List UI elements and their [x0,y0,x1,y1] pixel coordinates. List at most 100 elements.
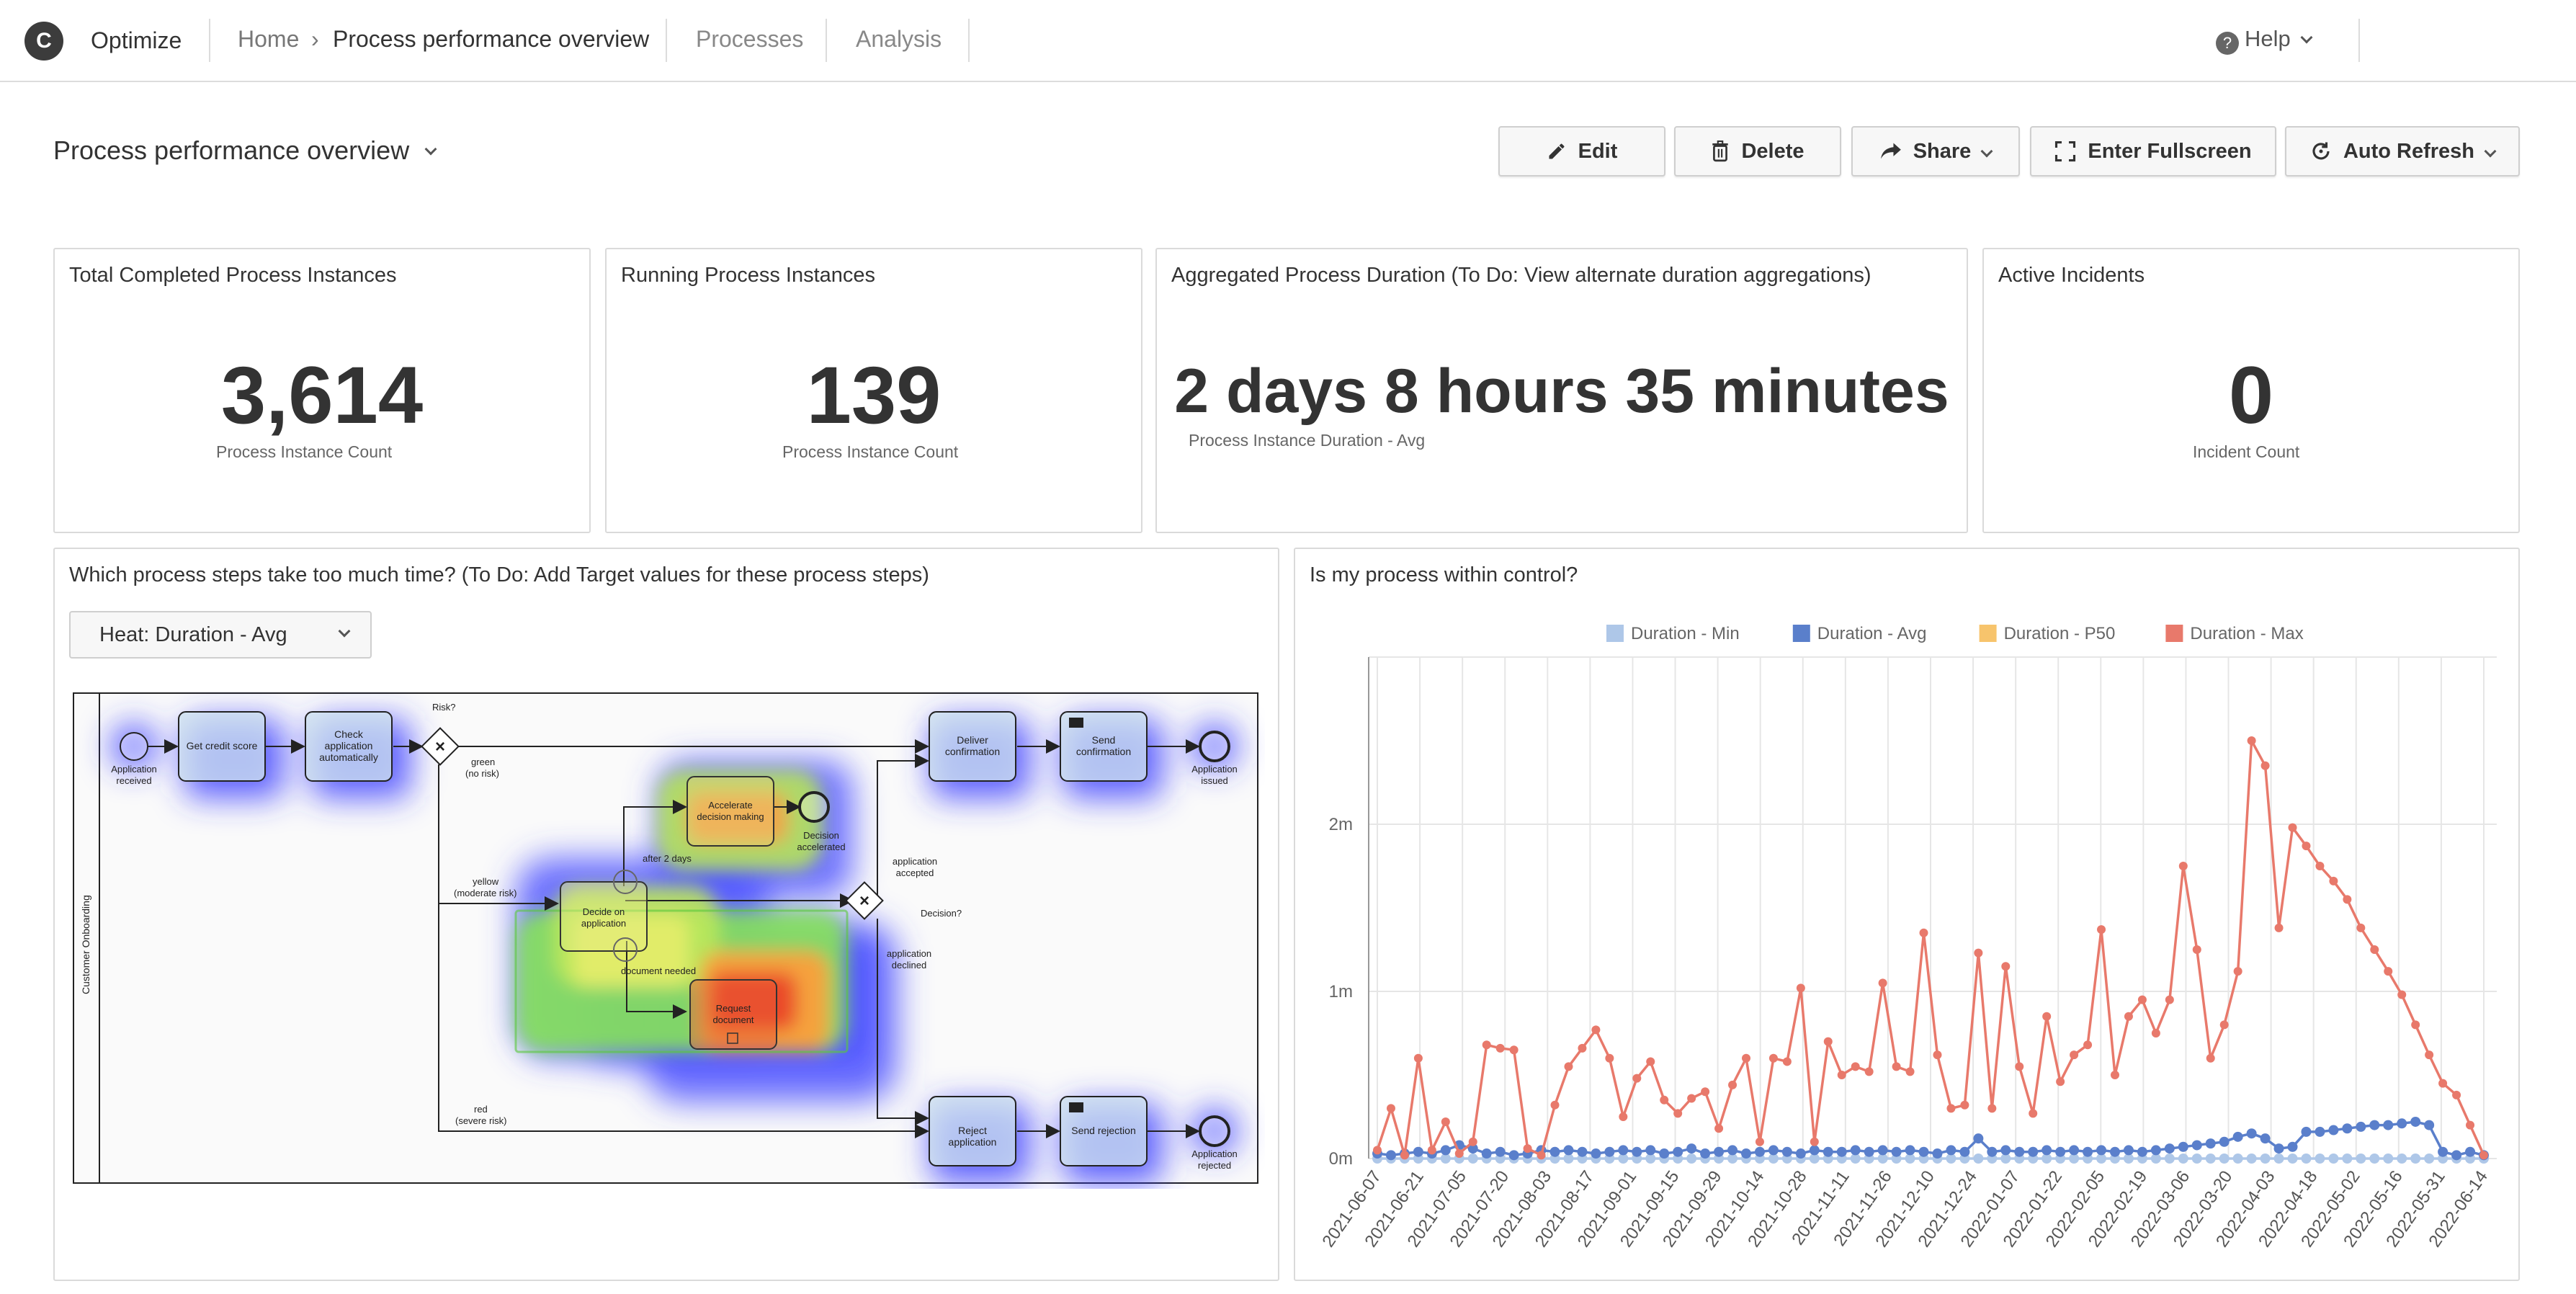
edit-button[interactable]: Edit [1498,126,1665,177]
duration-min-point [2273,1154,2284,1164]
auto-refresh-label: Auto Refresh [2343,139,2475,163]
duration-avg-point [2232,1131,2243,1142]
duration-avg-point [1591,1148,1601,1159]
duration-avg-point [1754,1146,1765,1157]
legend-label: Duration - Avg [1817,624,1927,643]
duration-max-point [2274,923,2284,932]
duration-max-point [1468,1137,1477,1146]
card-title: Running Process Instances [621,264,876,287]
end-event-rejected[interactable] [1199,1115,1230,1147]
duration-max-point [2056,1077,2065,1086]
top-navigation-bar: C Optimize Home › Process performance ov… [0,0,2576,82]
duration-avg-point [2465,1146,2476,1157]
duration-min-point [2328,1154,2339,1164]
duration-avg-point [1549,1146,1560,1157]
y-tick-label: 0m [1329,1149,1353,1169]
duration-avg-point [2246,1128,2257,1139]
start-event[interactable] [120,732,148,761]
duration-max-point [2356,923,2366,932]
card-title: Aggregated Process Duration (To Do: View… [1171,264,1871,287]
chevron-down-icon [338,625,351,638]
duration-max-point [2302,842,2311,851]
divider [666,19,667,62]
duration-avg-point [2178,1141,2188,1152]
breadcrumb-home[interactable]: Home [238,26,299,53]
duration-avg-point [1836,1146,1847,1157]
dashboard-title: Process performance overview [53,135,410,165]
duration-avg-point [2123,1145,2134,1156]
control-line-chart[interactable]: Duration - Min Duration - Avg Duration - P… [1297,605,2514,1275]
duration-max-point [2479,1151,2488,1160]
svg-text:Decide onapplication: Decide on application [581,906,626,929]
task-send-confirmation[interactable]: Send confirmation [1060,711,1148,782]
duration-min-point [2356,1154,2366,1164]
duration-min-point [2410,1154,2421,1164]
duration-max-point [1454,1149,1464,1159]
duration-max-point [1864,1067,1874,1076]
legend-swatch [1606,625,1624,642]
task-decide-on-application[interactable]: Decide on application [560,870,648,962]
task-get-credit-score[interactable]: Get credit score [178,711,266,782]
kpi-card-duration[interactable]: Aggregated Process Duration (To Do: View… [1155,248,1968,533]
camunda-logo-icon[interactable]: C [24,22,63,61]
task-reject-application[interactable]: Reject application [929,1096,1016,1166]
duration-max-point [1892,1062,1901,1071]
auto-refresh-button[interactable]: Auto Refresh [2285,126,2520,177]
bpmn-heatmap-diagram[interactable]: Customer Onboarding Application received… [69,692,1265,1189]
start-event-label: Application received [111,764,157,786]
kpi-value: 0 [2228,350,2274,440]
help-menu[interactable]: ? Help [2216,26,2313,55]
heat-duration-select[interactable]: Heat: Duration - Avg [69,611,372,659]
delete-button[interactable]: Delete [1674,126,1841,177]
svg-text:×: × [859,891,869,911]
duration-avg-point [1508,1150,1519,1161]
duration-avg-point [1495,1146,1506,1157]
duration-min-point [2260,1154,2271,1164]
app-name[interactable]: Optimize [91,27,182,54]
kpi-card-running[interactable]: Running Process Instances 139 Process In… [605,248,1142,533]
duration-max-point [2233,967,2242,976]
duration-max-point [2178,862,2188,870]
kpi-card-completed[interactable]: Total Completed Process Instances 3,614 … [53,248,591,533]
duration-max-point [1823,1037,1833,1046]
duration-max-point [2015,1062,2024,1071]
share-button[interactable]: Share [1851,126,2020,177]
end-event-accelerated-label: Decision accelerated [797,830,845,852]
duration-max-point [1714,1124,1724,1133]
task-check-application[interactable]: Check application automatically [305,711,393,782]
duration-max-point [1537,1151,1546,1160]
dashboard-title-dropdown[interactable]: Process performance overview [53,135,437,166]
task-deliver-confirmation[interactable]: Deliver confirmation [929,711,1016,782]
svg-text:Risk?: Risk? [432,702,456,713]
task-request-document[interactable]: Request document [689,979,777,1050]
end-event-issued[interactable] [1199,731,1230,762]
nav-processes[interactable]: Processes [696,26,803,53]
nav-analysis[interactable]: Analysis [856,26,942,53]
end-event-accelerated[interactable] [798,791,830,823]
svg-text:Decision?: Decision? [921,908,962,919]
kpi-label: Process Instance Count [216,442,393,461]
duration-avg-point [2397,1118,2407,1129]
kpi-card-incidents[interactable]: Active Incidents 0 Incident Count [1982,248,2520,533]
duration-avg-point [1727,1145,1738,1156]
duration-avg-point [1781,1146,1792,1157]
duration-avg-point [1946,1145,1956,1156]
card-title: Active Incidents [1998,264,2145,287]
task-accelerate-decision[interactable]: Accelerate decision making [687,776,774,847]
legend-label: Duration - Min [1631,624,1740,643]
duration-avg-point [1673,1146,1683,1157]
task-send-rejection[interactable]: Send rejection [1060,1096,1148,1166]
duration-max-point [1591,1025,1601,1035]
duration-max-point [2124,1012,2133,1021]
duration-max-point [2111,1071,2119,1079]
fullscreen-button[interactable]: Enter Fullscreen [2030,126,2276,177]
duration-max-point [2137,995,2147,1004]
duration-avg-point [1795,1148,1806,1159]
duration-avg-point [2000,1145,2011,1156]
duration-max-point [1550,1100,1560,1110]
duration-max-point [1905,1067,1915,1076]
duration-max-point [2219,1020,2229,1030]
delete-label: Delete [1741,139,1804,163]
duration-avg-point [2273,1143,2284,1154]
trash-icon [1712,140,1729,162]
